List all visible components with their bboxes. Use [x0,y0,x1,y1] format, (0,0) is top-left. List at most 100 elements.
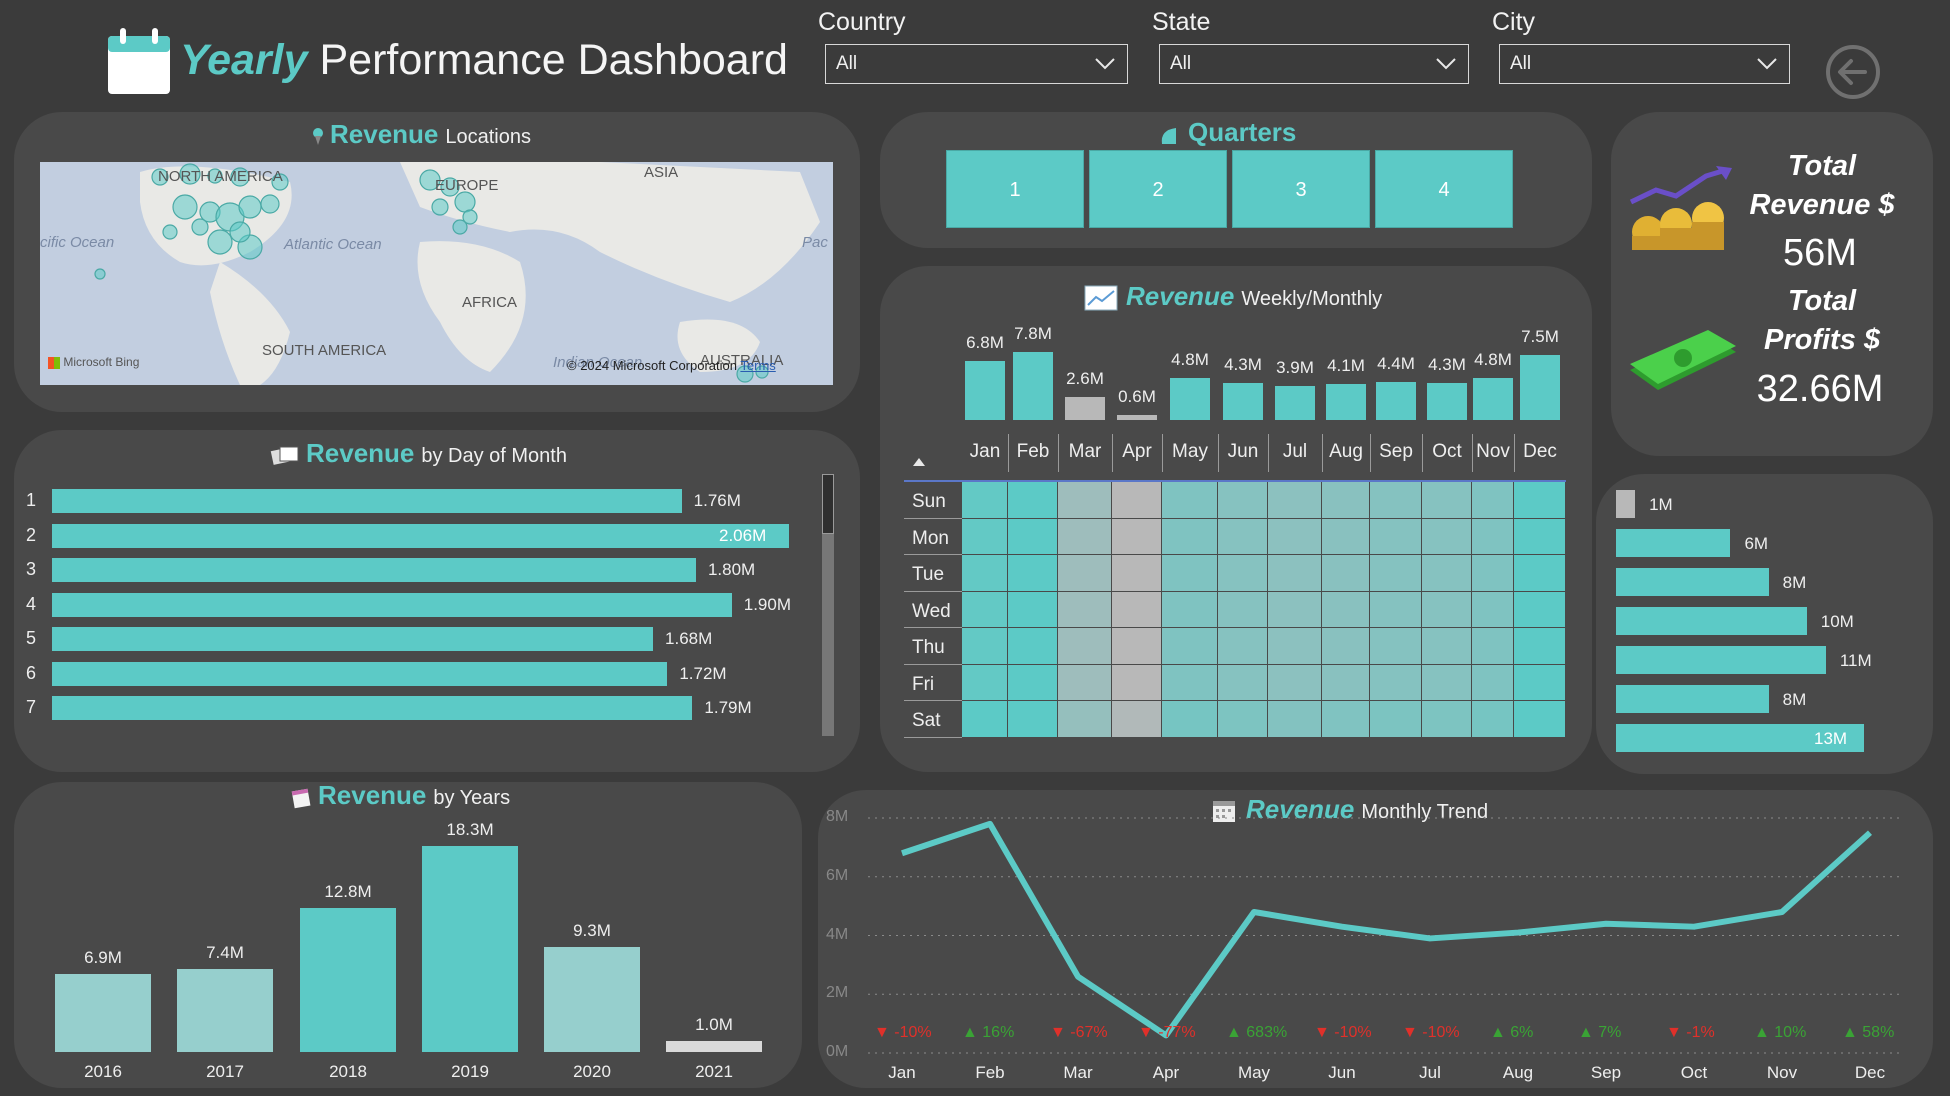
dm-bar[interactable] [52,489,682,513]
year-bar[interactable] [177,968,273,1052]
dm-bar[interactable] [52,661,668,686]
quarter-button-4[interactable]: 4 [1375,150,1513,228]
heatmap-cell[interactable] [1370,591,1421,627]
right-bar[interactable] [1616,490,1636,518]
terms-link[interactable]: Terms [740,358,775,373]
heatmap-cell[interactable] [962,518,1007,554]
heatmap-cell[interactable] [1218,664,1267,700]
heatmap-cell[interactable] [1218,628,1267,664]
heatmap-cell[interactable] [1422,628,1471,664]
dm-bar[interactable] [52,592,732,617]
right-bar[interactable] [1616,646,1826,674]
heatmap-cell[interactable] [1422,591,1471,627]
heatmap-cell[interactable] [1218,482,1267,518]
heatmap-cell[interactable] [1472,628,1513,664]
heatmap-cell[interactable] [1058,664,1111,700]
heatmap-cell[interactable] [1268,701,1321,737]
heatmap-cell[interactable] [1514,664,1565,700]
sort-ascending-icon[interactable] [912,454,926,468]
month-revenue-bar[interactable] [1473,378,1513,420]
month-revenue-bar[interactable] [1520,354,1560,420]
heatmap-cell[interactable] [1112,518,1161,554]
heatmap-cell[interactable] [1422,664,1471,700]
city-dropdown[interactable]: All [1499,44,1790,84]
heatmap-cell[interactable] [1058,555,1111,591]
dm-bar[interactable] [52,696,693,720]
quarter-button-2[interactable]: 2 [1089,150,1227,228]
heatmap-cell[interactable] [1514,701,1565,737]
dm-bar[interactable] [52,523,789,548]
heatmap-cell[interactable] [1162,664,1217,700]
heatmap-cell[interactable] [1422,482,1471,518]
heatmap-cell[interactable] [1268,518,1321,554]
month-revenue-bar[interactable] [1427,382,1467,420]
month-revenue-bar[interactable] [1326,384,1366,420]
state-dropdown[interactable]: All [1159,44,1469,84]
heatmap-cell[interactable] [1472,664,1513,700]
heatmap-cell[interactable] [1008,482,1057,518]
heatmap-cell[interactable] [1422,701,1471,737]
right-bar[interactable] [1616,607,1807,635]
heatmap-cell[interactable] [1268,628,1321,664]
heatmap-cell[interactable] [1370,701,1421,737]
heatmap-cell[interactable] [1008,591,1057,627]
heatmap-cell[interactable] [1268,555,1321,591]
heatmap-cell[interactable] [1514,555,1565,591]
heatmap-cell[interactable] [1218,591,1267,627]
heatmap-cell[interactable] [962,664,1007,700]
month-revenue-bar[interactable] [1275,386,1315,420]
heatmap-cell[interactable] [1218,518,1267,554]
heatmap-cell[interactable] [962,555,1007,591]
heatmap-cell[interactable] [1162,701,1217,737]
heatmap-cell[interactable] [1422,555,1471,591]
heatmap-cell[interactable] [1322,555,1369,591]
heatmap-cell[interactable] [1370,518,1421,554]
heatmap-cell[interactable] [1472,555,1513,591]
heatmap-cell[interactable] [1112,591,1161,627]
heatmap-cell[interactable] [1514,482,1565,518]
heatmap-cell[interactable] [962,482,1007,518]
heatmap-cell[interactable] [1268,664,1321,700]
revenue-map[interactable]: NORTH AMERICA EUROPE ASIA cific Ocean At… [40,162,833,385]
heatmap-cell[interactable] [1370,555,1421,591]
trend-line[interactable] [901,820,1873,1039]
heatmap-cell[interactable] [1218,701,1267,737]
scrollbar[interactable] [822,474,834,736]
heatmap-cell[interactable] [1268,591,1321,627]
heatmap-cell[interactable] [1472,701,1513,737]
heatmap-cell[interactable] [1162,482,1217,518]
heatmap-cell[interactable] [962,591,1007,627]
heatmap-cell[interactable] [1322,664,1369,700]
heatmap-cell[interactable] [1162,555,1217,591]
back-button[interactable] [1825,44,1881,100]
heatmap-cell[interactable] [1112,628,1161,664]
quarter-button-1[interactable]: 1 [946,150,1084,228]
scrollbar-thumb[interactable] [822,474,834,534]
heatmap-cell[interactable] [962,628,1007,664]
heatmap-cell[interactable] [1008,555,1057,591]
heatmap-cell[interactable] [1472,518,1513,554]
heatmap-cell[interactable] [1322,518,1369,554]
heatmap-cell[interactable] [1422,518,1471,554]
heatmap-cell[interactable] [1008,664,1057,700]
heatmap-cell[interactable] [1514,628,1565,664]
country-dropdown[interactable]: All [825,44,1128,84]
heatmap-cell[interactable] [1058,518,1111,554]
heatmap-cell[interactable] [1162,518,1217,554]
heatmap-cell[interactable] [1322,482,1369,518]
heatmap-cell[interactable] [1162,628,1217,664]
year-bar[interactable] [300,907,396,1052]
heatmap-cell[interactable] [1472,482,1513,518]
heatmap-cell[interactable] [1472,591,1513,627]
heatmap-cell[interactable] [1008,701,1057,737]
heatmap-cell[interactable] [1218,555,1267,591]
month-revenue-bar[interactable] [1117,414,1157,420]
heatmap-cell[interactable] [1322,701,1369,737]
heatmap-cell[interactable] [1162,591,1217,627]
heatmap-cell[interactable] [1058,482,1111,518]
heatmap-cell[interactable] [1514,518,1565,554]
heatmap-cell[interactable] [1268,482,1321,518]
heatmap-cell[interactable] [962,701,1007,737]
heatmap-cell[interactable] [1370,482,1421,518]
year-bar[interactable] [55,974,151,1052]
